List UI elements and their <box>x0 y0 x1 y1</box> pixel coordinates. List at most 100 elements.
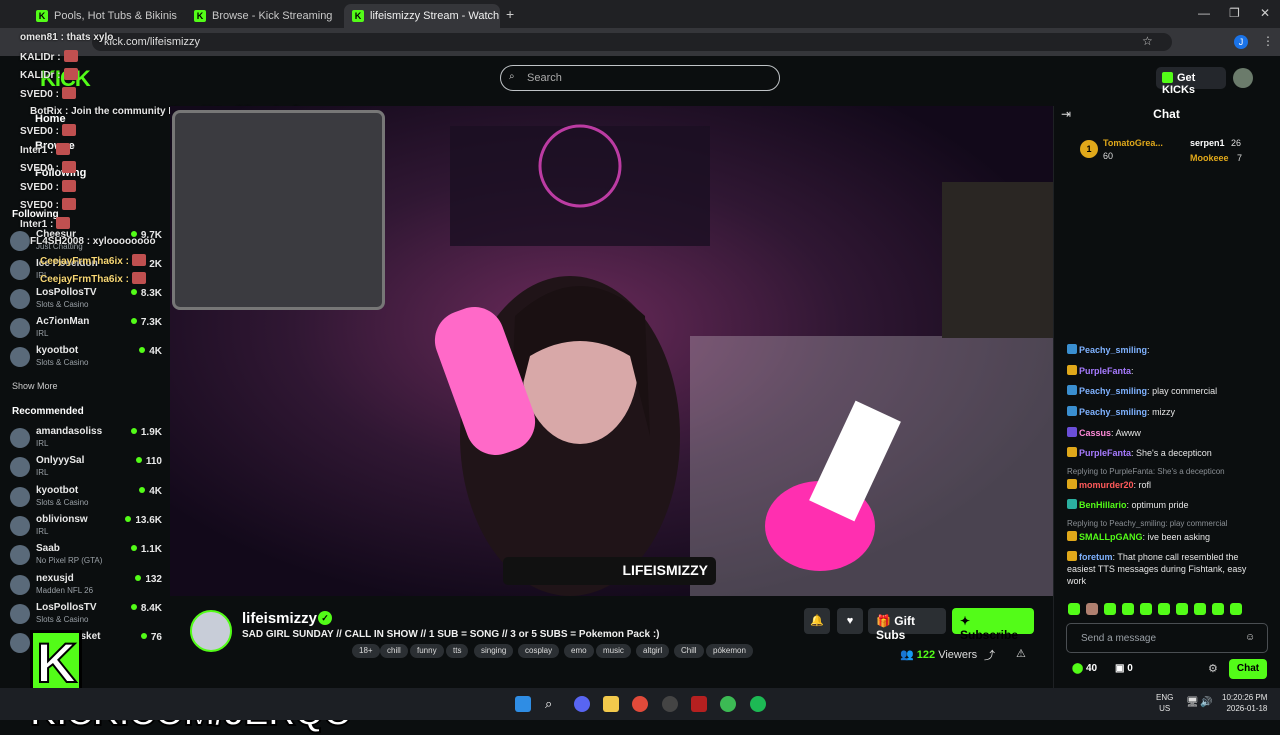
emote-icon[interactable] <box>1068 603 1080 615</box>
follow-heart-button[interactable]: ♥ <box>837 608 863 634</box>
stream-tag[interactable]: music <box>596 644 631 658</box>
overlay-chat-line: omen81 : thats xylo <box>20 32 114 43</box>
app-icon[interactable] <box>691 696 707 712</box>
drops-counter[interactable]: ▣ 0 <box>1115 663 1133 674</box>
emote-icon[interactable] <box>1104 603 1116 615</box>
sidebar-channel[interactable]: Ac7ionMan IRL 7.3K <box>10 316 162 344</box>
search-input[interactable]: Search <box>500 65 780 91</box>
stream-tag[interactable]: Chill <box>674 644 704 658</box>
stream-tag[interactable]: 18+ <box>352 644 380 658</box>
sidebar-channel[interactable]: LosPollosTV Slots & Casino 8.3K <box>10 287 162 315</box>
stream-tag[interactable]: funny <box>410 644 444 658</box>
language-indicator[interactable]: ENG US <box>1156 692 1173 714</box>
stream-tag[interactable]: singing <box>474 644 514 658</box>
avatar <box>10 604 30 624</box>
sidebar-channel[interactable]: oblivionsw IRL 13.6K <box>10 514 162 542</box>
emote-icon[interactable] <box>1158 603 1170 615</box>
kick-favicon-icon: K <box>194 10 206 22</box>
search-icon[interactable]: ⌕ <box>545 696 561 712</box>
obs-icon[interactable] <box>662 696 678 712</box>
emote-icon <box>61 124 76 136</box>
kick-favicon-icon: K <box>352 10 364 22</box>
emote-icon[interactable] <box>1194 603 1206 615</box>
bookmark-star-icon[interactable]: ☆ <box>1142 34 1153 48</box>
sidebar-channel[interactable]: nexusjd Madden NFL 26 132 <box>10 573 162 601</box>
maximize-icon[interactable]: ❐ <box>1229 6 1240 20</box>
avatar <box>10 318 30 338</box>
emoji-picker-icon[interactable]: ☺ <box>1245 632 1255 643</box>
badge-icon <box>1067 427 1077 437</box>
url-field[interactable]: kick.com/lifeismizzy <box>92 33 1172 51</box>
new-tab-icon[interactable]: + <box>506 6 514 22</box>
emote-icon[interactable] <box>1176 603 1188 615</box>
chat-message: Peachy_smiling: mizzy <box>1067 406 1263 418</box>
menu-dots-icon[interactable]: ⋮ <box>1262 34 1274 48</box>
send-chat-button[interactable]: Chat <box>1229 659 1267 679</box>
badge-icon <box>1067 551 1077 561</box>
volume-icon[interactable]: 🔊 <box>1200 697 1212 708</box>
discord-icon[interactable] <box>574 696 590 712</box>
notification-bell-button[interactable]: 🔔 <box>804 608 830 634</box>
chat-message: Cassus: Awww <box>1067 427 1263 439</box>
emote-icon <box>56 143 71 155</box>
user-avatar[interactable] <box>1233 68 1253 88</box>
badge-icon <box>1067 447 1077 457</box>
browser-tab[interactable]: KBrowse - Kick Streaming✕ <box>186 4 336 28</box>
share-icon[interactable]: ⤴ <box>984 647 995 663</box>
emote-icon[interactable] <box>1140 603 1152 615</box>
spotify-icon[interactable] <box>750 696 766 712</box>
emote-bar <box>1068 603 1264 617</box>
gift-icon: 🎁 <box>876 614 895 628</box>
badge-icon <box>1067 385 1077 395</box>
sidebar-channel[interactable]: amandasoliss IRL 1.9K <box>10 426 162 454</box>
stream-tag[interactable]: cosplay <box>518 644 560 658</box>
subscribe-button[interactable]: ✦ Subscribe <box>952 608 1034 642</box>
gift-box-icon: ▣ <box>1115 663 1128 674</box>
kick-favicon-icon: K <box>36 10 48 22</box>
emote-icon[interactable] <box>1086 603 1098 615</box>
report-icon[interactable]: ⚠ <box>1016 647 1026 660</box>
sidebar-channel[interactable]: LosPollosTV Slots & Casino 8.4K <box>10 602 162 630</box>
users-icon: 👥 <box>900 649 917 661</box>
sidebar-channel[interactable]: Saab No Pixel RP (GTA) 1.1K <box>10 543 162 571</box>
browser-tab[interactable]: KPools, Hot Tubs & Bikinis Strea✕ <box>28 4 178 28</box>
browser-tab-active[interactable]: Klifeismizzy Stream - Watch🔊✕ <box>344 4 500 28</box>
emote-icon[interactable] <box>1212 603 1224 615</box>
windows-start-icon[interactable] <box>515 696 531 712</box>
collapse-chat-icon[interactable]: ⇥ <box>1061 107 1071 121</box>
screen-capture-overlay <box>172 110 385 310</box>
minimize-icon[interactable]: — <box>1198 6 1210 20</box>
get-kicks-button[interactable]: Get KICKs <box>1156 67 1226 96</box>
close-window-icon[interactable]: ✕ <box>1260 6 1270 20</box>
network-icon[interactable]: 🖥 <box>1186 697 1199 708</box>
taskbar-clock[interactable]: 10:20:26 PM 2026-01-18 <box>1222 692 1267 714</box>
social-handle-overlay: LIFEISMIZZY <box>503 557 716 585</box>
emote-icon <box>63 50 78 62</box>
chat-settings-icon[interactable]: ⚙ <box>1208 662 1218 675</box>
stream-tag[interactable]: pókemon <box>706 644 753 658</box>
stream-tag[interactable]: tts <box>446 644 469 658</box>
overlay-chat-line: Inter1 : <box>20 217 71 230</box>
stream-tag[interactable]: altgirl <box>636 644 670 658</box>
chat-message-input[interactable]: Send a message <box>1066 623 1268 653</box>
star-icon: ✦ <box>960 614 971 628</box>
sidebar-channel[interactable]: kyootbot Slots & Casino 4K <box>10 485 162 513</box>
gift-subs-button[interactable]: 🎁 Gift Subs <box>868 608 946 642</box>
channel-points[interactable]: ⬤ 40 <box>1072 663 1097 674</box>
emote-icon[interactable] <box>1230 603 1242 615</box>
chrome-icon[interactable] <box>632 696 648 712</box>
channel-name[interactable]: lifeismizzy <box>242 610 317 627</box>
sidebar-channel[interactable]: kyootbot Slots & Casino 4K <box>10 345 162 373</box>
stream-tag[interactable]: chill <box>380 644 408 658</box>
leaderboard-name[interactable]: TomatoGrea... <box>1103 138 1193 148</box>
profile-avatar[interactable]: J <box>1234 35 1248 49</box>
chat-message: PurpleFanta: <box>1067 365 1263 377</box>
file-explorer-icon[interactable] <box>603 696 619 712</box>
emote-icon[interactable] <box>1122 603 1134 615</box>
chrome-profile-icon[interactable] <box>720 696 736 712</box>
emote-icon <box>56 217 71 229</box>
sidebar-channel[interactable]: OnlyyySal IRL 110 <box>10 455 162 483</box>
show-more-link[interactable]: Show More <box>12 381 58 391</box>
leaderboard-rank-badge: 1 <box>1080 140 1098 158</box>
stream-tag[interactable]: emo <box>564 644 594 658</box>
